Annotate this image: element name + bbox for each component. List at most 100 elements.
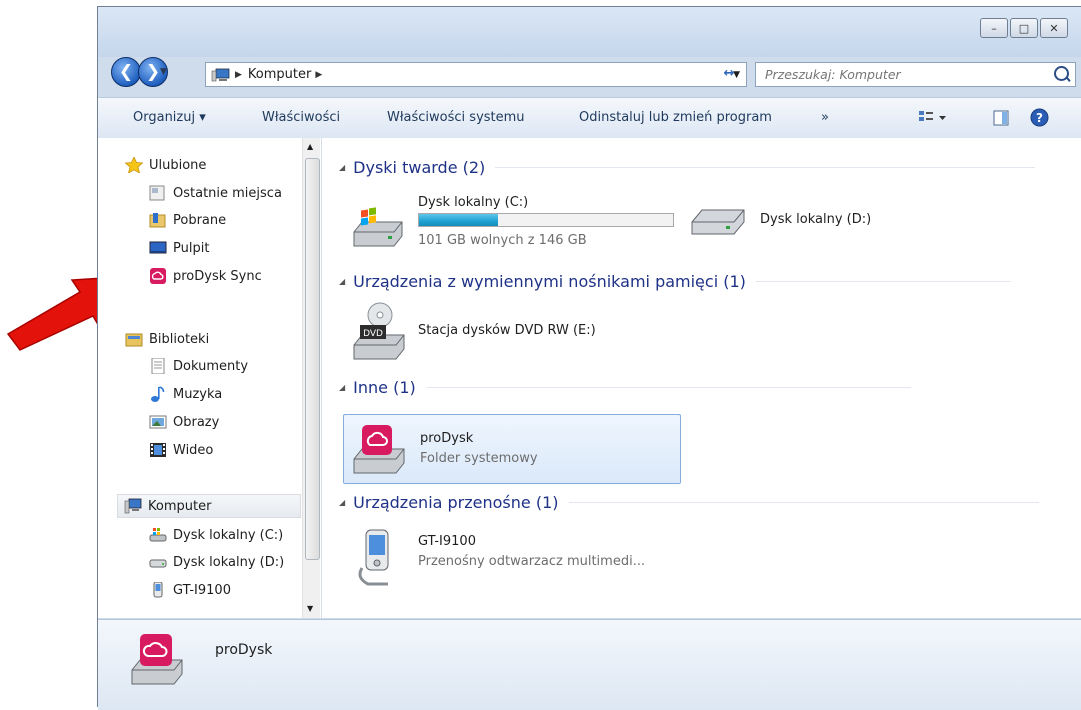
video-icon <box>149 442 167 458</box>
nav-pictures[interactable]: Obrazy <box>149 411 219 433</box>
minimize-button[interactable]: – <box>980 18 1008 38</box>
back-button[interactable]: ❮ <box>111 57 141 87</box>
group-portable[interactable]: ◢ Urządzenia przenośne (1) <box>339 493 1039 512</box>
nav-favorites[interactable]: Ulubione <box>124 154 207 176</box>
details-item-name: proDysk <box>215 642 273 658</box>
music-icon <box>149 386 167 402</box>
group-divider <box>495 167 1036 168</box>
navigation-pane: Ulubione Ostatnie miejsca Pobrane Pulpit… <box>98 138 322 618</box>
system-drive-icon <box>149 527 167 543</box>
search-icon[interactable] <box>1054 66 1069 81</box>
title-bar: – □ ✕ <box>98 7 1081 57</box>
address-bar[interactable]: ▶ Komputer ▶ ▼ <box>205 62 747 87</box>
group-hard-drives[interactable]: ◢ Dyski twarde (2) <box>339 158 1036 177</box>
nav-downloads[interactable]: Pobrane <box>149 209 226 231</box>
system-properties-button[interactable]: Właściwości systemu <box>387 110 525 125</box>
group-other[interactable]: ◢ Inne (1) <box>339 378 911 397</box>
nav-music-label: Muzyka <box>173 386 223 402</box>
phone-icon <box>149 581 167 598</box>
phone-name: GT-I9100 <box>418 534 476 549</box>
group-removable-title: Urządzenia z wymiennymi nośnikami pamięc… <box>353 272 746 291</box>
history-dropdown-icon[interactable]: ▼ <box>160 67 167 77</box>
breadcrumb-chevron-icon[interactable]: ▶ <box>315 70 322 80</box>
breadcrumb-komputer[interactable]: Komputer <box>248 67 311 82</box>
computer-icon <box>211 68 230 81</box>
dvd-drive-icon: DVD <box>353 302 405 360</box>
nav-favorites-label: Ulubione <box>149 157 207 173</box>
svg-text:?: ? <box>1036 111 1043 125</box>
prodysk-tile[interactable]: proDysk Folder systemowy <box>343 414 681 484</box>
navigation-bar: ❮ ❯ ▼ ▶ Komputer ▶ ▼ ↔ <box>98 53 1081 89</box>
hard-drive-icon <box>149 554 167 570</box>
nav-computer[interactable]: Komputer <box>117 494 301 518</box>
nav-prodysk-sync-label: proDysk Sync <box>173 268 262 284</box>
group-divider <box>425 387 911 388</box>
content-pane: ◢ Dyski twarde (2) Dysk lokalny (C:) 101… <box>322 138 1081 618</box>
dvd-drive-name: Stacja dysków DVD RW (E:) <box>418 323 596 338</box>
nav-drive-c-label: Dysk lokalny (C:) <box>173 527 284 543</box>
more-commands-button[interactable]: » <box>821 110 829 125</box>
nav-video-label: Wideo <box>173 442 214 458</box>
dvd-drive-tile[interactable]: DVD Stacja dysków DVD RW (E:) <box>350 301 670 363</box>
scrollbar-thumb[interactable] <box>305 158 320 560</box>
drive-c-name: Dysk lokalny (C:) <box>418 195 529 210</box>
nav-computer-label: Komputer <box>148 498 212 514</box>
nav-phone-label: GT-I9100 <box>173 582 231 598</box>
nav-desktop-label: Pulpit <box>173 240 210 256</box>
nav-desktop[interactable]: Pulpit <box>149 237 209 259</box>
group-removable[interactable]: ◢ Urządzenia z wymiennymi nośnikami pami… <box>339 272 1011 291</box>
drive-d-name: Dysk lokalny (D:) <box>760 212 872 227</box>
nav-drive-c[interactable]: Dysk lokalny (C:) <box>149 524 283 546</box>
refresh-icon[interactable]: ↔ <box>714 62 744 85</box>
star-icon <box>124 156 144 174</box>
view-options-icon[interactable] <box>918 110 948 130</box>
nav-libraries-label: Biblioteki <box>149 331 210 347</box>
nav-music[interactable]: Muzyka <box>149 383 222 405</box>
nav-documents-label: Dokumenty <box>173 358 249 374</box>
pictures-icon <box>149 414 167 430</box>
drive-c-usage-fill <box>419 214 498 226</box>
nav-pictures-label: Obrazy <box>173 414 220 430</box>
collapse-icon: ◢ <box>339 498 346 507</box>
downloads-folder-icon <box>149 212 167 228</box>
nav-libraries[interactable]: Biblioteki <box>125 328 209 350</box>
scroll-down-icon[interactable]: ▼ <box>307 604 313 613</box>
nav-drive-d[interactable]: Dysk lokalny (D:) <box>149 551 284 573</box>
prodysk-drive-icon <box>353 425 405 474</box>
search-input[interactable] <box>763 66 1037 83</box>
nav-video[interactable]: Wideo <box>149 439 213 461</box>
group-divider <box>568 502 1039 503</box>
phone-type: Przenośny odtwarzacz multimedi... <box>418 554 646 569</box>
maximize-button[interactable]: □ <box>1010 18 1038 38</box>
command-bar: Organizuj ▾ Właściwości Właściwości syst… <box>98 97 1081 139</box>
group-portable-title: Urządzenia przenośne (1) <box>353 493 559 512</box>
prodysk-cloud-icon <box>149 268 167 284</box>
phone-tile[interactable]: GT-I9100 Przenośny odtwarzacz multimedi.… <box>350 522 680 588</box>
drive-c-tile[interactable]: Dysk lokalny (C:) 101 GB wolnych z 146 G… <box>350 188 680 250</box>
preview-pane-icon[interactable] <box>993 110 1009 130</box>
properties-button[interactable]: Właściwości <box>262 110 340 125</box>
prodysk-drive-icon <box>131 634 183 685</box>
help-icon[interactable]: ? <box>1030 108 1049 131</box>
drive-d-tile[interactable]: Dysk lokalny (D:) <box>688 200 928 246</box>
nav-phone[interactable]: GT-I9100 <box>149 579 231 601</box>
desktop-icon <box>149 240 167 256</box>
uninstall-program-button[interactable]: Odinstaluj lub zmień program <box>579 110 772 125</box>
hard-drive-icon <box>691 209 745 235</box>
nav-downloads-label: Pobrane <box>173 212 227 228</box>
search-box[interactable] <box>755 62 1076 87</box>
explorer-window: – □ ✕ ❮ ❯ ▼ ▶ Komputer ▶ ▼ ↔ Organizuj ▾… <box>97 6 1081 710</box>
phone-icon <box>358 529 389 586</box>
nav-scrollbar[interactable]: ▲ ▼ <box>302 138 320 618</box>
nav-prodysk-sync[interactable]: proDysk Sync <box>149 265 262 287</box>
collapse-icon: ◢ <box>339 163 346 172</box>
group-divider <box>755 281 1011 282</box>
nav-documents[interactable]: Dokumenty <box>149 355 248 377</box>
computer-icon <box>124 498 142 514</box>
prodysk-name: proDysk <box>420 431 474 446</box>
breadcrumb-separator-icon: ▶ <box>235 69 242 80</box>
scroll-up-icon[interactable]: ▲ <box>307 142 313 151</box>
close-button[interactable]: ✕ <box>1040 18 1068 38</box>
organize-menu[interactable]: Organizuj ▾ <box>133 110 206 125</box>
nav-recent-places[interactable]: Ostatnie miejsca <box>149 182 282 204</box>
